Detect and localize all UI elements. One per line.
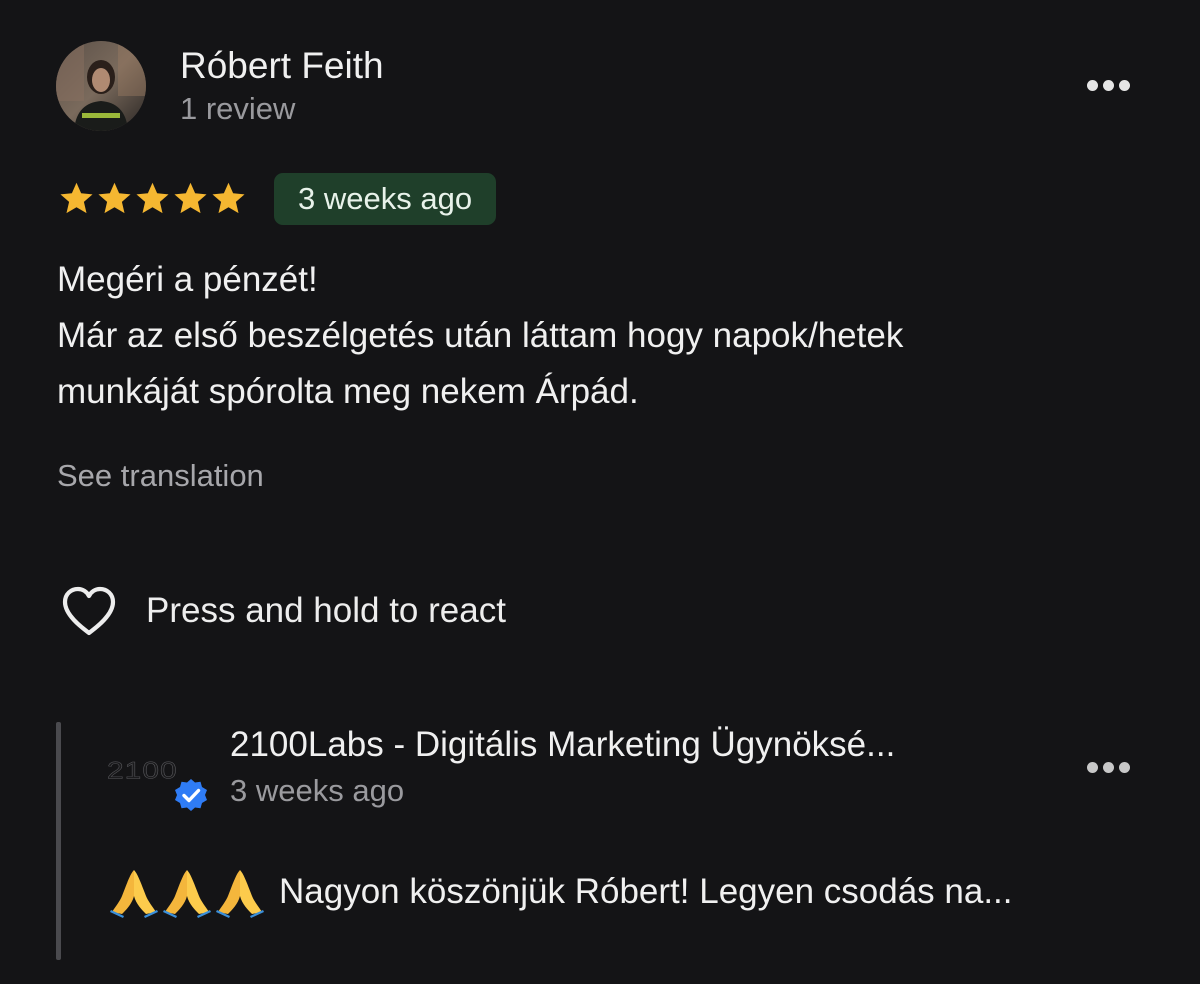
star-icon [212, 182, 245, 214]
more-dot [1087, 79, 1098, 91]
more-options-icon[interactable] [1087, 78, 1130, 92]
review-text: Megéri a pénzét! Már az első beszélgetés… [57, 252, 1147, 420]
reply-message: Nagyon köszönjük Róbert! Legyen csodás n… [279, 872, 1013, 911]
react-label: Press and hold to react [146, 591, 506, 630]
more-dot [1103, 761, 1114, 773]
author-review-count: 1 review [180, 91, 296, 126]
star-icon [136, 182, 169, 214]
heart-icon [62, 586, 116, 636]
review-text-line: Már az első beszélgetés után láttam hogy… [57, 316, 904, 355]
reply-divider [56, 722, 61, 960]
star-icon [60, 182, 93, 214]
more-dot [1119, 79, 1130, 91]
reply-time: 3 weeks ago [230, 773, 405, 808]
verified-badge-icon [173, 777, 209, 813]
star-rating [58, 180, 247, 217]
react-button[interactable]: Press and hold to react [60, 582, 506, 640]
more-dot [1087, 761, 1098, 773]
folded-hands-emoji-icon [110, 870, 158, 918]
more-dot [1103, 79, 1114, 91]
reply-more-options-icon[interactable] [1087, 760, 1130, 774]
review-text-line: Megéri a pénzét! [57, 260, 318, 299]
star-icon [174, 182, 207, 214]
folded-hands-emoji-icon [216, 870, 264, 918]
more-dot [1119, 761, 1130, 773]
see-translation-link[interactable]: See translation [57, 457, 264, 495]
folded-hands-emoji-icon [163, 870, 211, 918]
owner-name[interactable]: 2100Labs - Digitális Marketing Ügynöksé.… [230, 722, 895, 768]
owner-logo-text: 2100 [107, 757, 178, 784]
review-text-line: munkáját spórolta meg nekem Árpád. [57, 372, 639, 411]
star-icon [98, 182, 131, 214]
author-name[interactable]: Róbert Feith [180, 44, 384, 88]
person-avatar-icon [56, 41, 146, 131]
reply-text: Nagyon köszönjük Róbert! Legyen csodás n… [108, 866, 1013, 918]
avatar[interactable] [56, 41, 146, 131]
time-badge: 3 weeks ago [274, 173, 497, 225]
